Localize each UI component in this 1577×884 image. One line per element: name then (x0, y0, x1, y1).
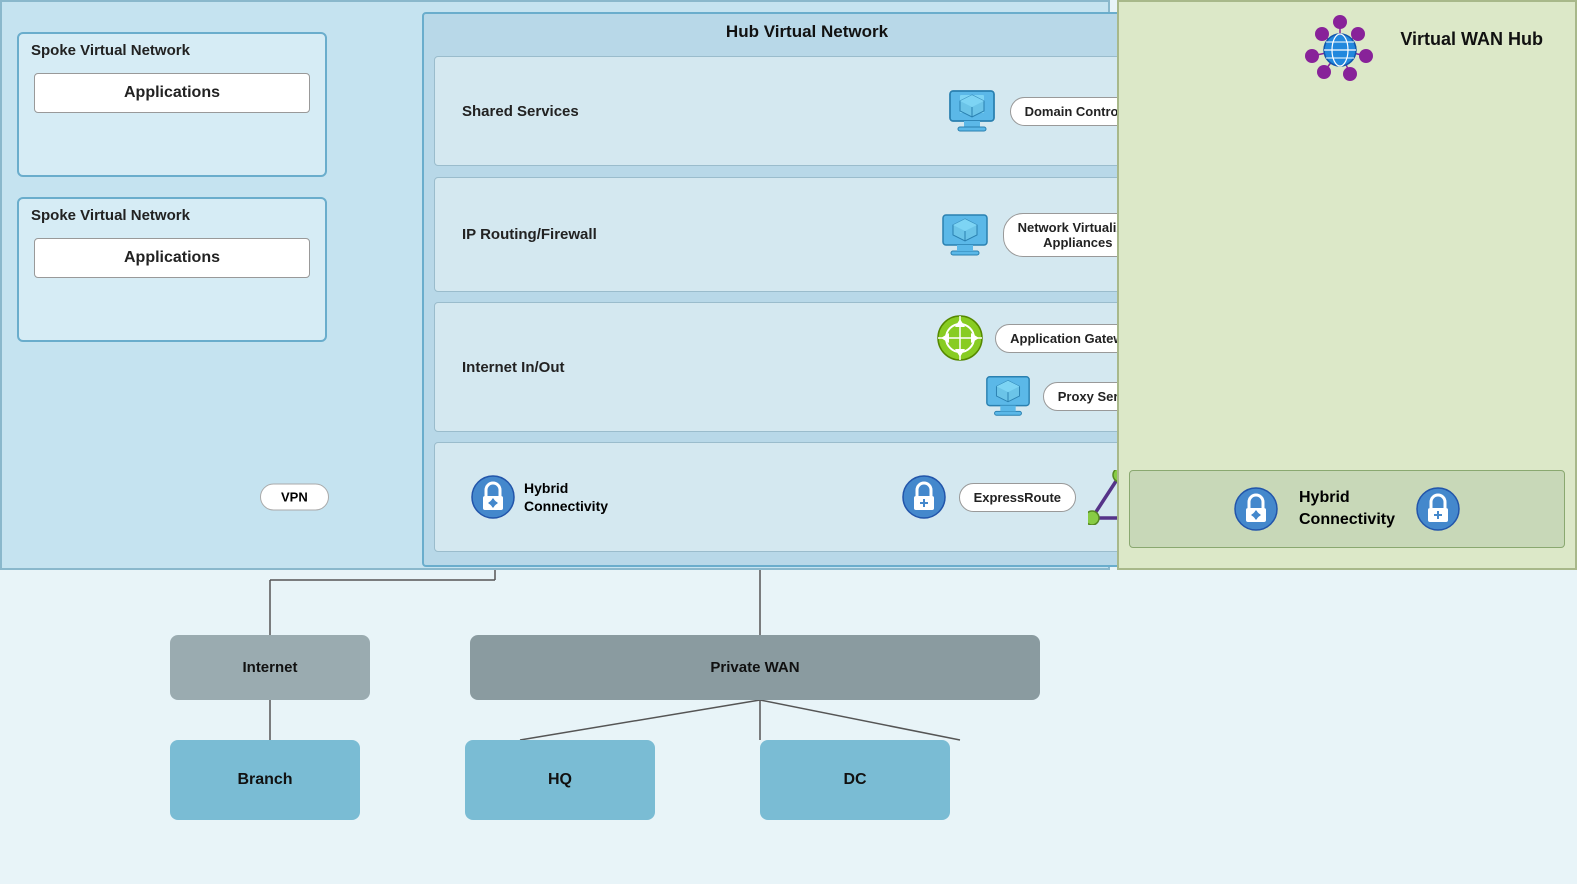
wan-globe-icon (1304, 14, 1376, 86)
monitor-icon-ip (939, 209, 991, 261)
ip-routing-label: IP Routing/Firewall (450, 218, 609, 251)
main-area: Spoke Virtual Network Applications Spoke… (0, 0, 1110, 570)
wan-hybrid-section: HybridConnectivity (1129, 470, 1565, 548)
hybrid-connectivity-hub-label: HybridConnectivity (524, 479, 608, 515)
proxy-server-icon (983, 371, 1033, 421)
spoke-1-app: Applications (34, 73, 310, 113)
wan-hybrid-icon-2 (1415, 486, 1461, 532)
wan-hub-area: Virtual WAN Hub HybridConnectivity (1117, 0, 1577, 570)
spoke-network-1: Spoke Virtual Network Applications (17, 32, 327, 177)
spoke-network-2: Spoke Virtual Network Applications (17, 197, 327, 342)
hub-title: Hub Virtual Network (424, 14, 1190, 50)
expressroute-label: ExpressRoute (959, 483, 1076, 512)
shared-services-label: Shared Services (450, 95, 591, 128)
ip-routing-section: IP Routing/Firewall Network VirtualizedA… (434, 177, 1179, 292)
diagram-container: Spoke Virtual Network Applications Spoke… (0, 0, 1577, 884)
monitor-icon-shared (946, 85, 998, 137)
app-gateway-icon (935, 313, 985, 363)
dc-terminal: DC (760, 740, 950, 820)
hq-terminal: HQ (465, 740, 655, 820)
private-wan-node: Private WAN (470, 635, 1040, 700)
wan-hybrid-label: HybridConnectivity (1299, 487, 1395, 532)
spoke-1-title: Spoke Virtual Network (19, 34, 325, 67)
shared-services-section: Shared Services (434, 56, 1179, 166)
hybrid-icon-left (470, 474, 516, 520)
hybrid-icon-right (901, 474, 947, 520)
branch-terminal: Branch (170, 740, 360, 820)
wan-hub-title: Virtual WAN Hub (1388, 14, 1555, 58)
spoke-2-app: Applications (34, 238, 310, 278)
hub-virtual-network: Hub Virtual Network Shared Services (422, 12, 1192, 567)
vpn-label: VPN (260, 484, 329, 511)
internet-inout-section: Internet In/Out (434, 302, 1179, 432)
wan-hybrid-icon-1 (1233, 486, 1279, 532)
spoke-2-title: Spoke Virtual Network (19, 199, 325, 232)
hybrid-connectivity-section: VPN (434, 442, 1179, 552)
internet-node: Internet (170, 635, 370, 700)
internet-inout-label: Internet In/Out (450, 351, 577, 384)
